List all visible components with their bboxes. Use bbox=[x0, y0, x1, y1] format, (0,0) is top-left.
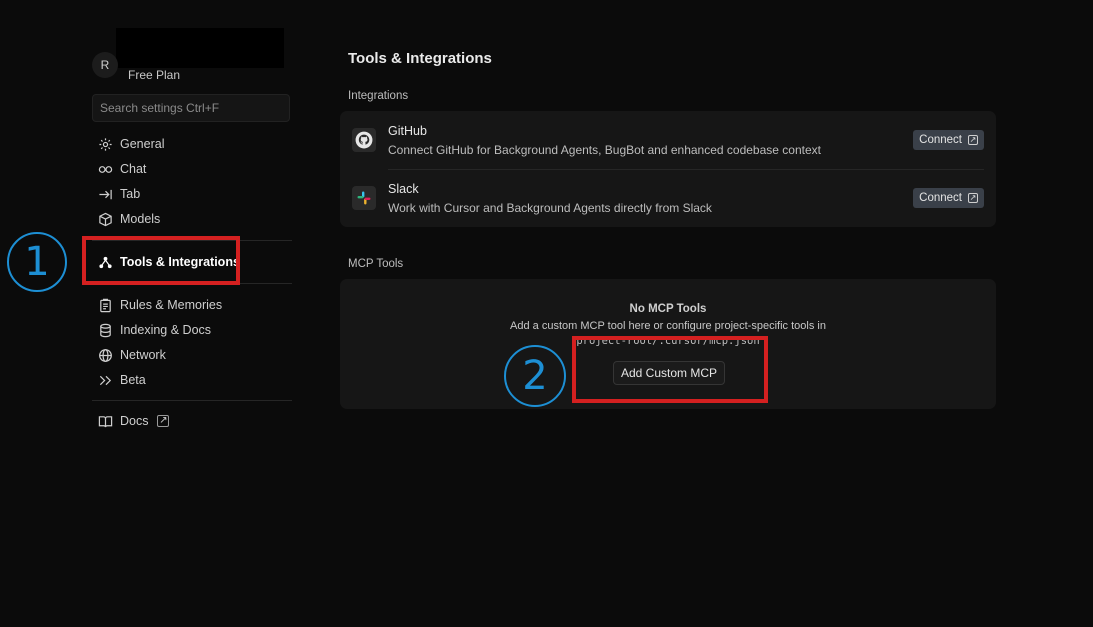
external-link-icon: ↗ bbox=[968, 193, 978, 203]
sidebar-item-label: Docs bbox=[120, 414, 149, 428]
slack-connect-button[interactable]: Connect ↗ bbox=[913, 188, 984, 208]
gear-icon bbox=[99, 137, 112, 151]
sidebar-item-general[interactable]: General bbox=[98, 134, 164, 154]
plan-label: Free Plan bbox=[128, 68, 181, 82]
github-icon bbox=[352, 128, 376, 152]
connect-label: Connect bbox=[919, 134, 962, 146]
book-icon bbox=[98, 415, 113, 427]
sidebar-divider bbox=[92, 400, 292, 401]
connect-label: Connect bbox=[919, 192, 962, 204]
page-title: Tools & Integrations bbox=[348, 50, 492, 67]
sidebar-item-label: Rules & Memories bbox=[120, 298, 223, 312]
globe-icon bbox=[99, 348, 112, 362]
sidebar-item-docs[interactable]: Docs ↗ bbox=[98, 411, 170, 431]
database-icon bbox=[100, 323, 111, 337]
sidebar-item-tab[interactable]: Tab bbox=[98, 184, 140, 204]
integration-row-github: GitHub Connect GitHub for Background Age… bbox=[340, 111, 996, 170]
redacted-username bbox=[116, 28, 284, 68]
mcp-section-label: MCP Tools bbox=[348, 258, 404, 270]
integration-row-slack: Slack Work with Cursor and Background Ag… bbox=[340, 169, 996, 227]
sidebar-item-models[interactable]: Models bbox=[98, 209, 160, 229]
sidebar-item-label: Tab bbox=[120, 187, 141, 201]
sidebar-item-label: Beta bbox=[120, 373, 146, 387]
tab-arrow-icon bbox=[99, 189, 112, 199]
sidebar-item-network[interactable]: Network bbox=[98, 345, 166, 365]
annotation-step-1: 1 bbox=[7, 232, 67, 292]
sidebar-item-rules-memories[interactable]: Rules & Memories bbox=[98, 295, 222, 315]
sidebar-item-label: General bbox=[120, 137, 165, 151]
sidebar-item-indexing-docs[interactable]: Indexing & Docs bbox=[98, 320, 211, 340]
integration-description: Connect GitHub for Background Agents, Bu… bbox=[388, 143, 821, 157]
cube-icon bbox=[99, 212, 112, 226]
infinity-icon bbox=[98, 165, 113, 173]
external-link-icon: ↗ bbox=[157, 415, 170, 427]
annotation-highlight-tools bbox=[82, 236, 240, 285]
integrations-card: GitHub Connect GitHub for Background Age… bbox=[340, 111, 996, 227]
sidebar-item-label: Network bbox=[120, 348, 166, 362]
github-connect-button[interactable]: Connect ↗ bbox=[913, 130, 984, 150]
sidebar-item-label: Chat bbox=[120, 162, 147, 176]
annotation-highlight-add-mcp bbox=[572, 336, 768, 403]
integrations-section-label: Integrations bbox=[348, 90, 409, 102]
mcp-empty-description: Add a custom MCP tool here or configure … bbox=[510, 320, 826, 332]
external-link-icon: ↗ bbox=[968, 135, 978, 145]
sidebar-item-chat[interactable]: Chat bbox=[98, 159, 146, 179]
sidebar-item-beta[interactable]: Beta bbox=[98, 370, 146, 390]
avatar[interactable]: R bbox=[92, 52, 118, 78]
sidebar-item-label: Models bbox=[120, 212, 161, 226]
clipboard-icon bbox=[100, 298, 111, 312]
mcp-empty-title: No MCP Tools bbox=[629, 303, 707, 315]
integration-name: GitHub bbox=[388, 124, 427, 138]
search-input[interactable]: Search settings Ctrl+F bbox=[92, 94, 290, 122]
sidebar-item-label: Indexing & Docs bbox=[120, 323, 212, 337]
settings-window: R Free Plan Search settings Ctrl+F Gener… bbox=[0, 0, 1093, 627]
slack-icon bbox=[352, 186, 376, 210]
double-chevron-icon bbox=[99, 375, 112, 385]
integration-description: Work with Cursor and Background Agents d… bbox=[388, 201, 712, 215]
integration-name: Slack bbox=[388, 182, 419, 196]
annotation-step-2: 2 bbox=[504, 345, 566, 407]
